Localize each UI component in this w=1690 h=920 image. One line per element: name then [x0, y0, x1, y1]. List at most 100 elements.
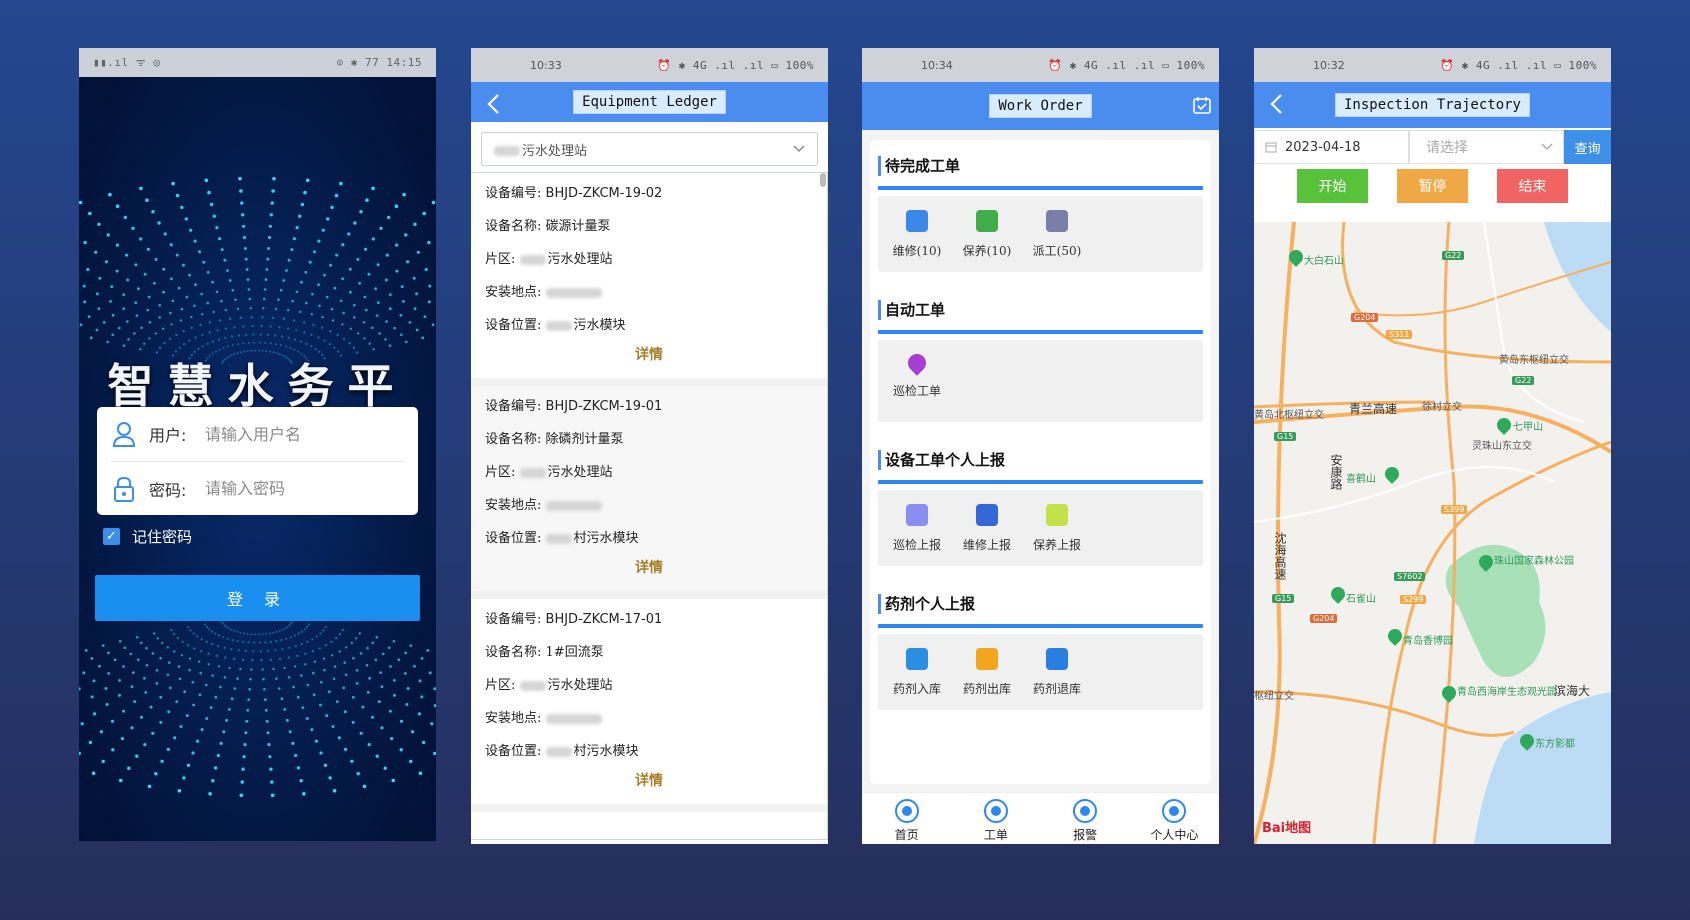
grid-item-label: 药剂退库 [1032, 682, 1081, 696]
map-label: 七甲山 [1513, 422, 1543, 433]
status-bar: 10:34 ⏰ ✱ 4G .ıl .ıl ▭ 100% [862, 48, 1219, 82]
grid-item-stock-in[interactable]: 药剂入库 [882, 644, 952, 700]
username-row: 用户: [111, 407, 404, 461]
back-arrow-icon[interactable] [483, 92, 505, 116]
username-label: 用户: [149, 426, 187, 445]
status-time: 10:33 [530, 58, 562, 72]
select-placeholder: 请选择 [1426, 140, 1468, 156]
login-screen: ▮▮.ıl ᯤ ◎ ⊙ ✱ 77 14:15 智慧水务平台 用户: 密码: ✓ … [79, 48, 436, 841]
chemical-report-grid: 药剂入库 药剂出库 药剂退库 [878, 634, 1203, 710]
equipment-list[interactable]: 设备编号: BHJD-ZKCM-19-02 设备名称: 碳源计量泵 片区: 污水… [471, 172, 828, 840]
grid-item-label: 维修上报 [962, 538, 1011, 552]
grid-item-maintain[interactable]: 保养(10) [952, 206, 1022, 262]
grid-item-stock-return[interactable]: 药剂退库 [1022, 644, 1092, 700]
redacted-text [519, 467, 546, 478]
start-button[interactable]: 开始 [1297, 169, 1368, 203]
login-button[interactable]: 登 录 [95, 575, 420, 621]
detail-link[interactable]: 详情 [485, 555, 813, 585]
dot-wave-top [79, 176, 436, 364]
password-label: 密码: [149, 480, 187, 500]
back-arrow-icon[interactable] [1266, 92, 1288, 116]
grid-item-maintain-report[interactable]: 保养上报 [1022, 500, 1092, 556]
code-label: 设备编号: [485, 399, 542, 414]
section-title-device-report: 设备工单个人上报 [878, 450, 1203, 470]
dispatch-icon [1046, 210, 1068, 232]
map-roads [1254, 222, 1611, 844]
chevron-down-icon [1541, 143, 1553, 150]
grid-item-inspect-report[interactable]: 巡检上报 [882, 500, 952, 556]
detail-link[interactable]: 详情 [485, 342, 813, 372]
grid-item-stock-out[interactable]: 药剂出库 [952, 644, 1022, 700]
status-time: 10:32 [1313, 58, 1345, 72]
grid-item-repair[interactable]: 维修(10) [882, 206, 952, 262]
scrollbar[interactable] [820, 173, 826, 187]
stock-out-icon [976, 648, 998, 670]
name-label: 设备名称: [485, 645, 542, 660]
tab-profile[interactable]: 个人中心 [1130, 793, 1219, 844]
grid-item-label: 保养上报 [1032, 538, 1081, 552]
map-label: 青兰高速 [1349, 402, 1398, 416]
app-bar: Work Order [862, 82, 1219, 130]
equipment-name: 1#回流泵 [545, 645, 604, 660]
equipment-name: 除磷剂计量泵 [545, 432, 624, 447]
position-value: 村污水模块 [573, 744, 639, 759]
tab-work-order[interactable]: 工单 [951, 793, 1040, 844]
position-value: 污水模块 [573, 318, 626, 333]
date-picker[interactable]: 2023-04-18 [1254, 130, 1409, 164]
status-right: ⏰ ✱ 4G .ıl .ıl ▭ 100% [1440, 58, 1597, 72]
person-select[interactable]: 请选择 [1409, 130, 1564, 164]
tab-home[interactable]: 首页 [862, 793, 951, 844]
name-label: 设备名称: [485, 432, 542, 447]
query-bar: 2023-04-18 请选择 查询 [1254, 130, 1611, 164]
grid-item-repair-report[interactable]: 维修上报 [952, 500, 1022, 556]
checkbox-checked-icon[interactable]: ✓ [103, 528, 120, 545]
map-label: 青岛香博园 [1403, 636, 1453, 647]
grid-item-dispatch[interactable]: 派工(50) [1022, 206, 1092, 262]
map-label: 珠山国家森林公园 [1494, 556, 1574, 567]
install-label: 安装地点: [485, 711, 542, 726]
grid-item-label: 巡检上报 [892, 538, 941, 552]
road-shield: G15 [1272, 594, 1295, 603]
divider [878, 480, 1203, 484]
redacted-text [545, 746, 572, 757]
remember-password[interactable]: ✓ 记住密码 [103, 526, 192, 547]
profile-icon [1162, 799, 1187, 823]
grid-item-label: 维修(10) [892, 244, 942, 258]
map-view[interactable]: 大白石山 G22 G204 S311 黄岛东枢纽立交 G22 黄岛北枢纽立交 青… [1254, 222, 1611, 844]
work-order-body: 待完成工单 维修(10) 保养(10) 派工(50) 自动工单 巡检工单 设备工… [862, 130, 1219, 794]
grid-item-label: 药剂出库 [962, 682, 1011, 696]
home-icon [894, 799, 919, 823]
query-button[interactable]: 查询 [1564, 130, 1611, 164]
code-label: 设备编号: [485, 612, 542, 627]
chevron-down-icon [793, 145, 805, 152]
area-select[interactable]: 污水处理站 [481, 132, 818, 166]
status-bar: ▮▮.ıl ᯤ ◎ ⊙ ✱ 77 14:15 [79, 48, 436, 77]
equipment-code: BHJD-ZKCM-17-01 [545, 612, 663, 627]
position-label: 设备位置: [485, 318, 542, 333]
grid-item-label: 保养(10) [962, 244, 1012, 258]
list-item: 设备编号: BHJD-ZKCM-19-01 设备名称: 除磷剂计量泵 片区: 污… [471, 386, 827, 599]
bottom-tab-bar: 首页 工单 报警 个人中心 [862, 792, 1219, 844]
area-select-value: 污水处理站 [522, 143, 588, 159]
work-order-panel: 待完成工单 维修(10) 保养(10) 派工(50) 自动工单 巡检工单 设备工… [870, 140, 1211, 784]
tab-alarm[interactable]: 报警 [1041, 793, 1130, 844]
zone-label: 片区: [485, 252, 516, 267]
section-title-pending: 待完成工单 [878, 156, 1203, 176]
redacted-text [519, 680, 546, 691]
zone-value: 污水处理站 [547, 678, 613, 693]
end-button[interactable]: 结束 [1497, 169, 1568, 203]
repair-report-icon [976, 504, 998, 526]
redacted-text [545, 533, 572, 544]
inspection-trajectory-screen: 10:32 ⏰ ✱ 4G .ıl .ıl ▭ 100% Inspection T… [1254, 48, 1611, 844]
pause-button[interactable]: 暂停 [1397, 169, 1468, 203]
status-left: ▮▮.ıl ᯤ ◎ [93, 56, 161, 69]
username-input[interactable] [205, 424, 395, 444]
zone-value: 污水处理站 [547, 252, 613, 267]
grid-item-inspection[interactable]: 巡检工单 [882, 350, 952, 412]
detail-link[interactable]: 详情 [485, 768, 813, 798]
calendar-check-icon[interactable] [1193, 96, 1211, 114]
map-label: 灵珠山东立交 [1472, 441, 1532, 452]
page-title: Work Order [989, 94, 1092, 118]
road-shield: G204 [1310, 614, 1338, 623]
password-input[interactable] [205, 479, 395, 498]
